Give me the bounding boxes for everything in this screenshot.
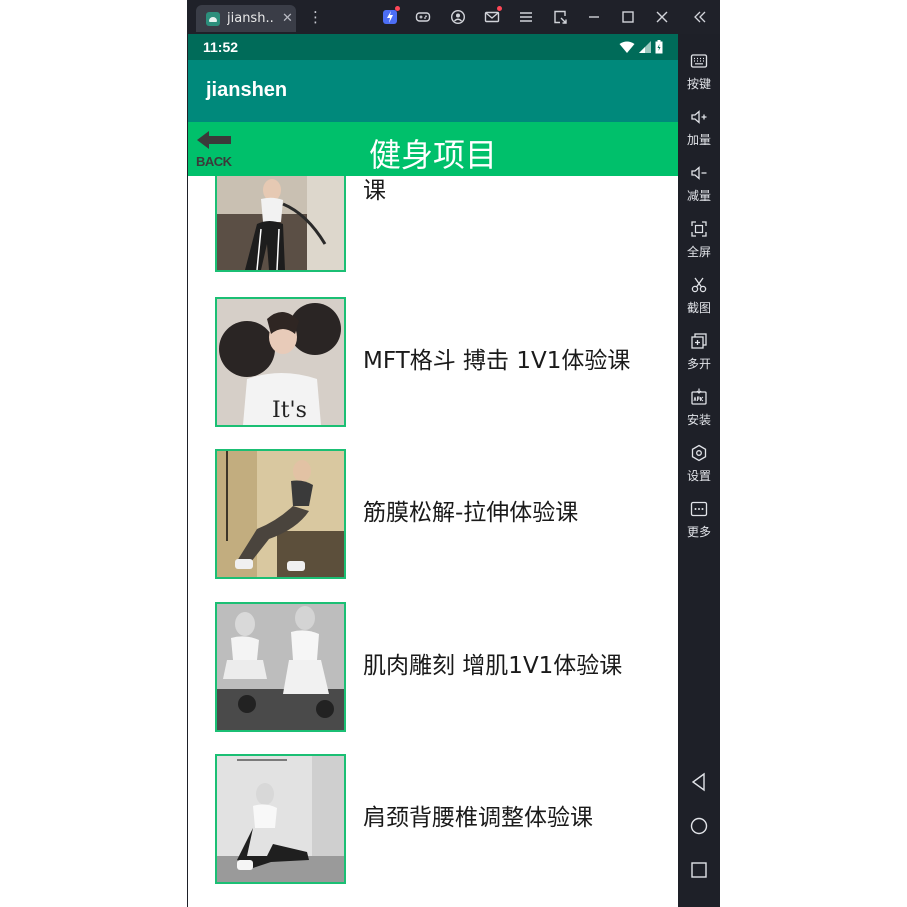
home-nav-icon[interactable]: [689, 816, 709, 836]
sidebar-item-label: 减量: [686, 189, 711, 203]
sidebar-item-fullscreen[interactable]: 全屏: [678, 216, 720, 268]
fullscreen-icon: [691, 221, 707, 237]
mail-icon[interactable]: [483, 6, 502, 26]
course-title: 肌肉雕刻 增肌1V1体验课: [363, 653, 623, 679]
shirt-print: It's: [272, 398, 307, 423]
course-thumbnail[interactable]: [215, 449, 346, 579]
screen-rotate-icon[interactable]: [551, 8, 569, 26]
android-app-icon: [206, 11, 220, 26]
sidebar-item-keymap[interactable]: 按键: [678, 48, 720, 100]
volume-down-icon: [691, 166, 707, 180]
sidebar-item-more[interactable]: 更多: [678, 496, 720, 548]
sidebar-item-label: 安装: [686, 413, 711, 427]
tab-menu-icon[interactable]: ⋮: [308, 8, 323, 26]
course-thumbnail[interactable]: [215, 602, 346, 732]
list-item[interactable]: 蜜桃臀 马甲线 全身塑形体验课: [188, 176, 678, 274]
minimize-icon[interactable]: [585, 8, 603, 26]
sidebar-item-settings[interactable]: 设置: [678, 440, 720, 492]
sidebar-item-screenshot[interactable]: 截图: [678, 272, 720, 324]
recents-nav-icon[interactable]: [689, 860, 709, 880]
menu-icon[interactable]: [517, 8, 535, 26]
sidebar-item-label: 更多: [686, 525, 711, 539]
sidebar-item-volume-down[interactable]: 减量: [678, 160, 720, 212]
emulator-sidebar: 按键 加量 减量 全屏 截图 多开 安装 设置 更多: [678, 34, 720, 907]
status-bar: 11:52: [188, 34, 678, 60]
list-item[interactable]: 肌肉雕刻 增肌1V1体验课: [188, 602, 678, 734]
sidebar-item-label: 加量: [686, 133, 711, 147]
tab-close-icon[interactable]: ✕: [282, 11, 293, 26]
phone-screen: 11:52 jianshen BACK 健身项目 课 It's MFT格斗 搏击…: [188, 34, 678, 907]
course-thumbnail[interactable]: [215, 176, 346, 272]
sidebar-item-label: 按键: [686, 77, 711, 91]
sidebar-item-label: 全屏: [686, 245, 711, 259]
tab-title: jiansh...: [227, 11, 273, 26]
more-icon: [690, 501, 708, 517]
bolt-icon[interactable]: [381, 6, 400, 26]
apk-install-icon: [691, 388, 707, 405]
sidebar-item-label: 多开: [686, 357, 711, 371]
battery-icon: [655, 40, 663, 54]
course-title: 肩颈背腰椎调整体验课: [363, 805, 593, 831]
course-thumbnail[interactable]: It's: [215, 297, 346, 427]
wifi-icon: [619, 41, 635, 53]
sidebar-item-label: 截图: [686, 301, 711, 315]
sidebar-item-install-apk[interactable]: 安装: [678, 384, 720, 436]
course-thumbnail[interactable]: [215, 754, 346, 884]
app-bar: jianshen: [188, 60, 678, 122]
list-item[interactable]: 肩颈背腰椎调整体验课: [188, 754, 678, 886]
course-list[interactable]: 蜜桃臀 马甲线 全身塑形体验课 It's MFT格斗 搏击 1V1体验课: [188, 176, 678, 907]
settings-icon: [691, 444, 707, 462]
sidebar-item-label: 设置: [686, 469, 711, 483]
emulator-tab-bar: jiansh... ✕ ⋮: [187, 0, 720, 34]
course-title: 筋膜松解-拉伸体验课: [363, 500, 579, 526]
course-title: MFT格斗 搏击 1V1体验课: [363, 348, 631, 374]
status-icons: [619, 40, 663, 54]
cell-signal-icon: [639, 41, 651, 53]
page-title: 健身项目: [368, 136, 497, 174]
status-time: 11:52: [203, 39, 239, 55]
page-header: BACK 健身项目: [188, 122, 678, 176]
app-title: jianshen: [206, 79, 288, 101]
multi-instance-icon: [691, 333, 707, 349]
volume-up-icon: [691, 110, 707, 124]
sidebar-item-volume-up[interactable]: 加量: [678, 104, 720, 156]
close-icon[interactable]: [653, 8, 671, 26]
scissors-icon: [691, 277, 707, 293]
maximize-icon[interactable]: [619, 8, 637, 26]
emulator-window: jiansh... ✕ ⋮ 11:52 jianshen BACK 健身项目 课…: [187, 0, 720, 907]
app-tab[interactable]: jiansh... ✕: [196, 5, 296, 32]
keyboard-icon: [690, 54, 708, 68]
list-item[interactable]: It's MFT格斗 搏击 1V1体验课: [188, 297, 678, 429]
collapse-icon[interactable]: [691, 8, 709, 26]
list-item[interactable]: 筋膜松解-拉伸体验课: [188, 449, 678, 581]
course-title: 蜜桃臀 马甲线 全身塑形体验课: [363, 178, 386, 204]
sidebar-item-multi-instance[interactable]: 多开: [678, 328, 720, 380]
account-icon[interactable]: [449, 8, 467, 26]
back-nav-icon[interactable]: [689, 772, 709, 792]
gamepad-icon[interactable]: [414, 8, 432, 26]
